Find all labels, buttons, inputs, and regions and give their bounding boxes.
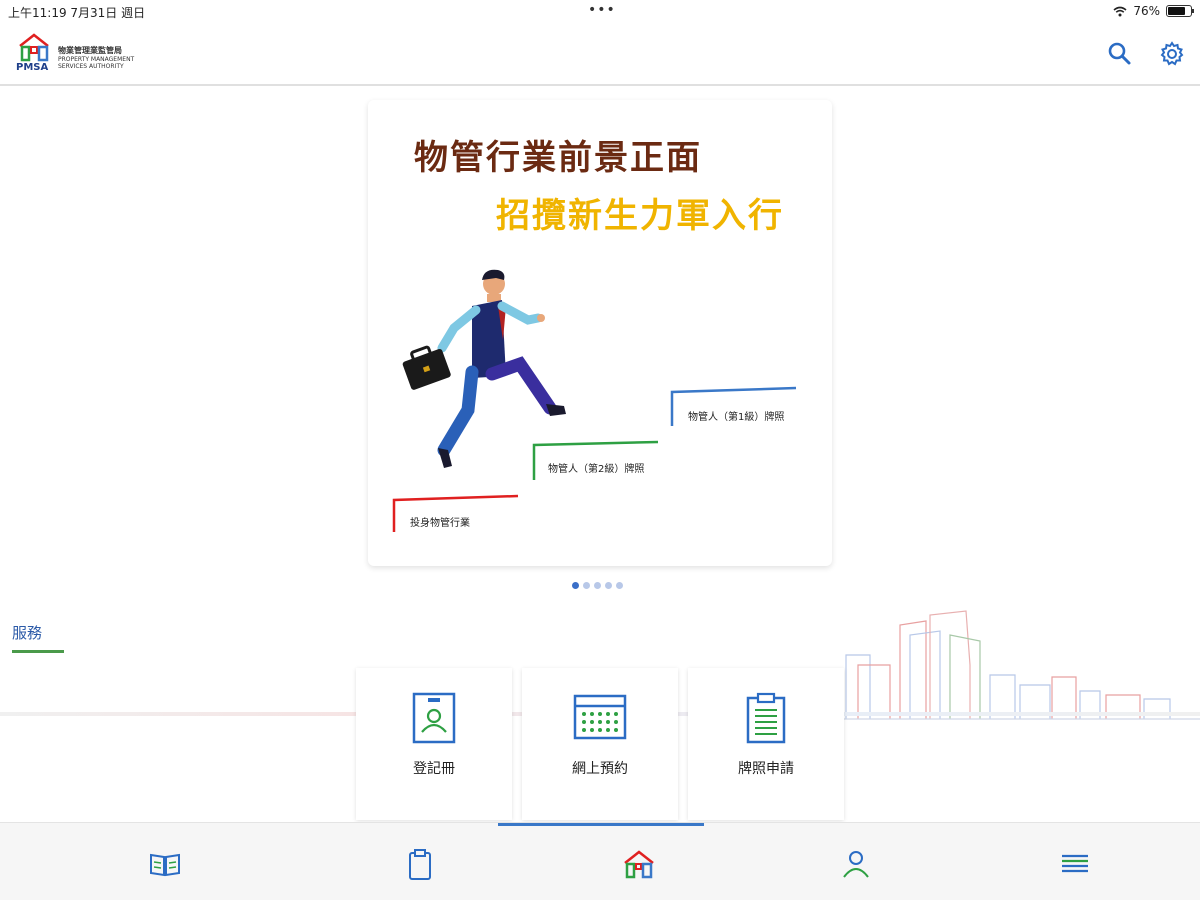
battery-percent: 76%	[1133, 4, 1160, 18]
register-card-icon	[412, 692, 456, 744]
service-card-register[interactable]: 登記冊	[356, 668, 512, 820]
services-title-underline	[12, 650, 64, 653]
search-icon[interactable]	[1106, 40, 1134, 68]
logo-abbr: PMSA	[16, 62, 49, 73]
carousel-pager[interactable]	[572, 582, 623, 589]
promo-banner[interactable]: 物管行業前景正面 招攬新生力軍入行 投身物管行業 物管人（第2級）牌照 物管人（…	[368, 100, 832, 566]
status-time-date: 上午11:19 7月31日 週日	[8, 6, 146, 20]
logo-name: 物業管理業監管局 PROPERTY MANAGEMENT SERVICES AU…	[58, 46, 138, 70]
app-header: PMSA 物業管理業監管局 PROPERTY MANAGEMENT SERVIC…	[0, 26, 1200, 86]
clipboard-icon	[746, 692, 786, 744]
pager-dot[interactable]	[583, 582, 590, 589]
calendar-icon	[573, 694, 627, 740]
logo-name-zh: 物業管理業監管局	[58, 46, 122, 55]
person-icon[interactable]	[839, 847, 873, 881]
menu-icon[interactable]	[1058, 847, 1092, 881]
battery-icon	[1166, 5, 1194, 17]
bottom-navigation	[0, 822, 1200, 900]
step-label-1: 投身物管行業	[410, 518, 470, 529]
status-right: 76%	[1113, 4, 1194, 18]
service-label: 牌照申請	[738, 761, 794, 777]
status-bar: 上午11:19 7月31日 週日 ••• 76%	[0, 0, 1200, 24]
step-label-2: 物管人（第2級）牌照	[548, 464, 645, 475]
home-icon[interactable]	[622, 847, 656, 881]
pager-dot[interactable]	[616, 582, 623, 589]
battery-fill	[1168, 7, 1185, 15]
pager-dot[interactable]	[572, 582, 579, 589]
clipboard-icon[interactable]	[403, 847, 437, 881]
pager-dot[interactable]	[605, 582, 612, 589]
app-screen: 上午11:19 7月31日 週日 ••• 76% PMSA 物業管理業監管局 P…	[0, 0, 1200, 900]
city-skyline-decoration	[840, 610, 1200, 720]
wifi-icon	[1113, 6, 1127, 16]
service-label: 登記冊	[413, 761, 455, 777]
nav-active-indicator	[498, 823, 704, 826]
book-icon[interactable]	[148, 847, 182, 881]
services-section-title: 服務	[12, 624, 43, 642]
logo-house-icon	[19, 33, 49, 62]
step-label-3: 物管人（第1級）牌照	[688, 412, 785, 423]
service-label: 網上預約	[572, 761, 628, 777]
service-card-booking[interactable]: 網上預約	[522, 668, 678, 820]
settings-gear-icon[interactable]	[1158, 40, 1186, 68]
service-card-license[interactable]: 牌照申請	[688, 668, 844, 820]
climbing-man-illustration	[392, 269, 797, 532]
pmsa-logo: PMSA 物業管理業監管局 PROPERTY MANAGEMENT SERVIC…	[16, 32, 136, 78]
logo-name-en: PROPERTY MANAGEMENT SERVICES AUTHORITY	[58, 56, 135, 70]
pager-dot[interactable]	[594, 582, 601, 589]
multitasking-dots-icon[interactable]: •••	[588, 2, 616, 18]
